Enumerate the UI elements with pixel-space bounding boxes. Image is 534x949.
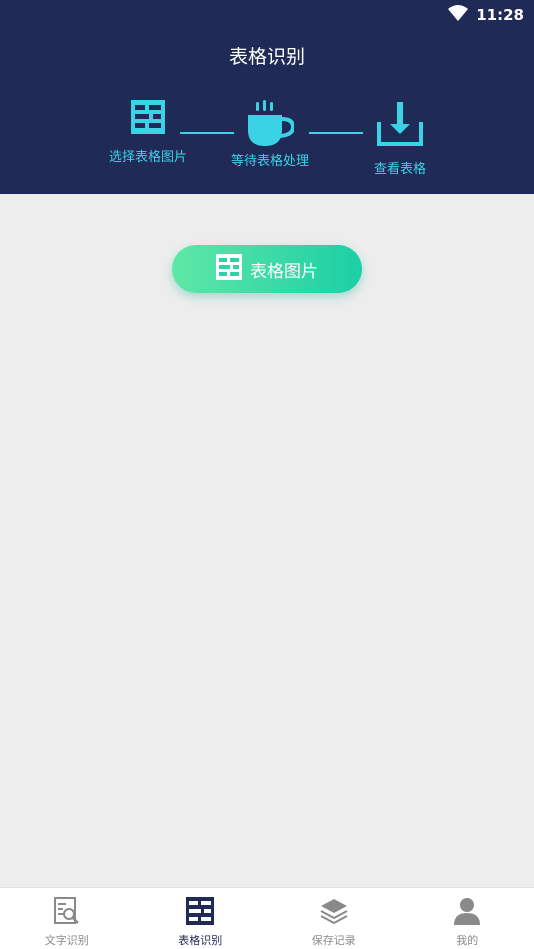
step-label-view: 查看表格 [373,162,426,177]
step-connector [180,132,234,134]
status-bar: 11:28 [448,4,524,26]
document-search-icon [53,897,81,929]
status-time: 11:28 [476,6,524,24]
tab-profile[interactable]: 我的 [401,888,534,949]
step-label-select: 选择表格图片 [108,150,187,165]
table-icon [131,100,165,138]
process-steps: 选择表格图片 等待表格处理 查看表格 [0,100,534,190]
layers-icon [320,897,348,929]
step-connector [309,132,363,134]
select-table-image-button[interactable]: 表格图片 [172,245,362,293]
download-icon [377,100,423,150]
tab-label: 我的 [456,934,479,947]
tab-label: 保存记录 [311,934,356,947]
table-icon [186,897,215,929]
user-icon [453,897,481,929]
main-button-label: 表格图片 [250,261,318,282]
step-select-image: 选择表格图片 [107,100,189,165]
app-header: 11:28 表格识别 选择表格图片 等待表格处理 查看表格 [0,0,534,194]
wifi-icon [448,5,469,25]
table-icon [216,253,242,285]
tab-label: 文字识别 [44,934,89,947]
step-label-wait: 等待表格处理 [230,154,309,169]
tab-text-recognition[interactable]: 文字识别 [0,888,134,949]
tab-table-recognition[interactable]: 表格识别 [134,888,268,949]
coffee-cup-icon [246,100,296,150]
tab-label: 表格识别 [178,934,223,947]
tab-saved-records[interactable]: 保存记录 [267,888,401,949]
step-view-table: 查看表格 [360,100,440,177]
page-title: 表格识别 [228,46,305,68]
step-wait-processing: 等待表格处理 [229,100,311,169]
bottom-tab-bar: 文字识别 表格识别 保存记录 我的 [0,887,534,949]
